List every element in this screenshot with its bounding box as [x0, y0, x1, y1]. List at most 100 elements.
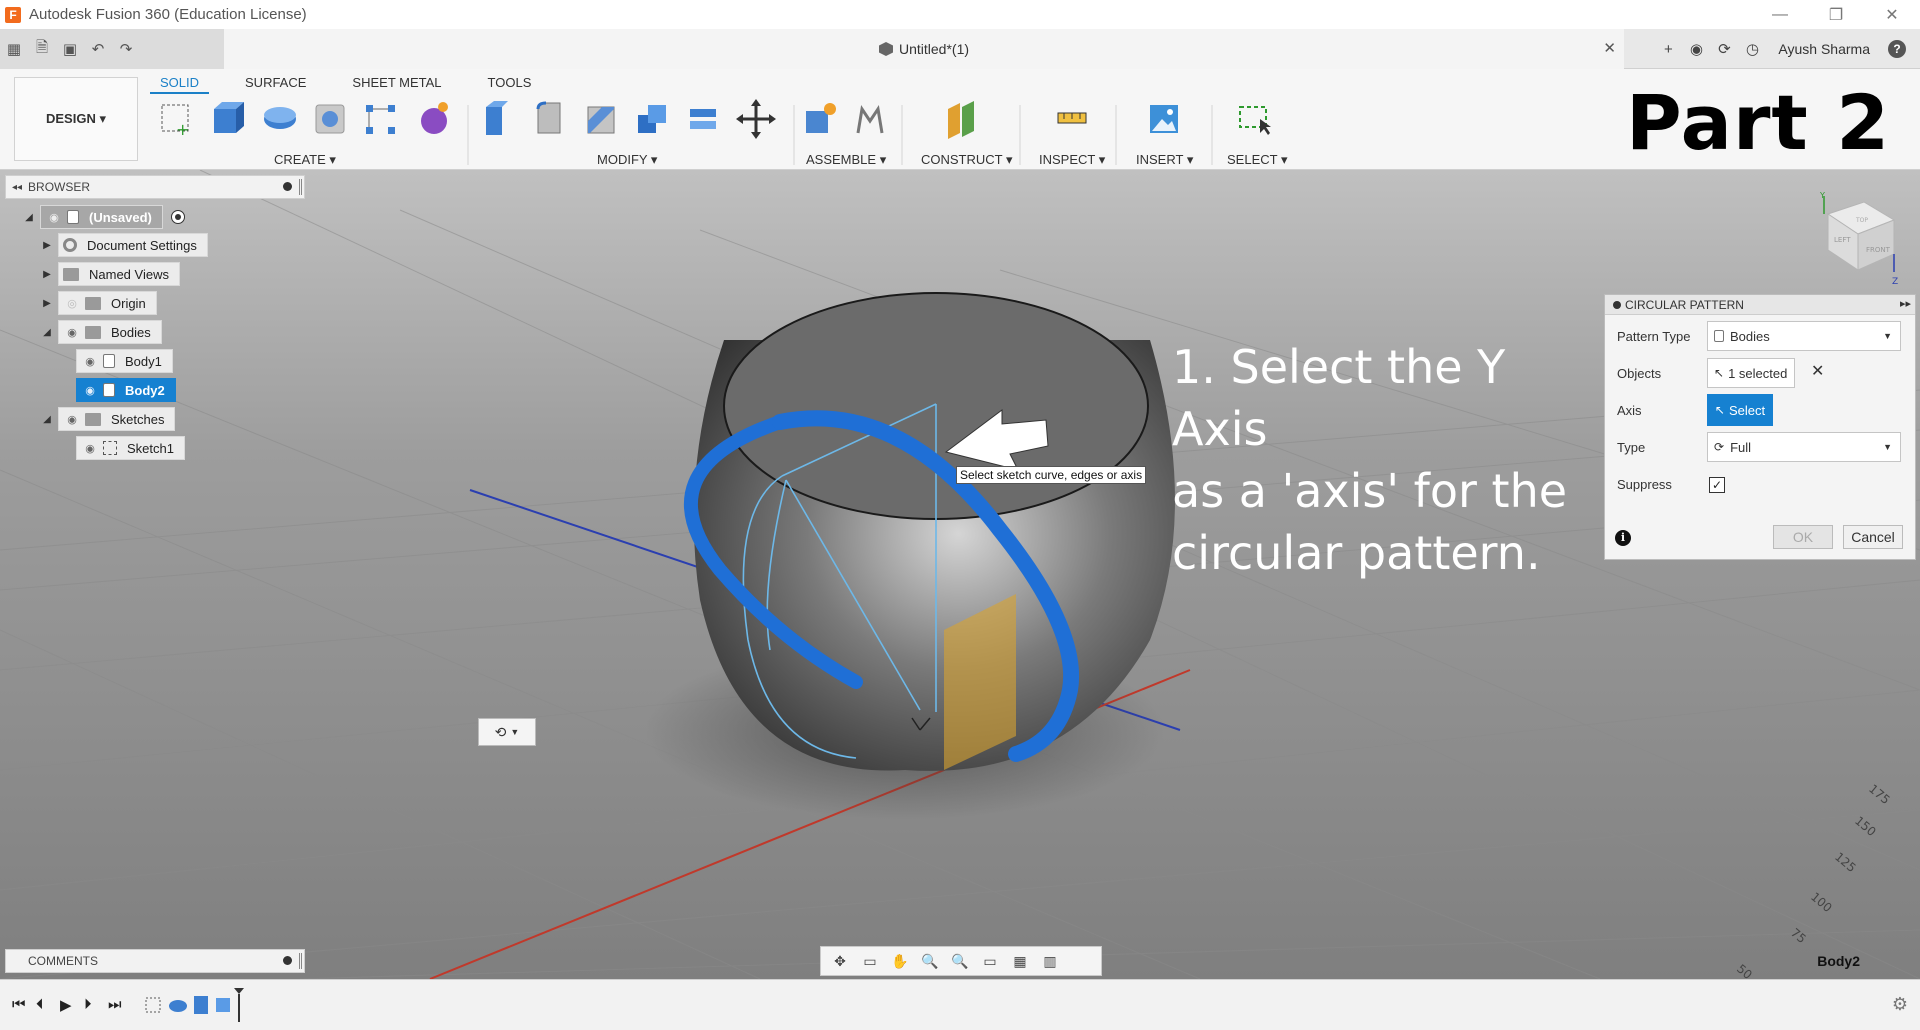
suppress-checkbox[interactable]: ✓ — [1709, 477, 1725, 493]
tree-root-row[interactable]: ◢ ◉ (Unsaved) — [22, 205, 185, 229]
insert-canvas-icon[interactable] — [1150, 105, 1178, 133]
sketch1-box[interactable]: ◉ Sketch1 — [76, 436, 185, 460]
user-account-name[interactable]: Ayush Sharma — [1778, 41, 1870, 57]
resize-grip-icon[interactable] — [299, 953, 302, 969]
hidden-eye-icon[interactable]: ◎ — [63, 297, 81, 310]
body2-box[interactable]: ◉ Body2 — [76, 378, 176, 402]
measure-icon[interactable] — [1057, 112, 1087, 124]
notifications-clock-icon[interactable]: ◷ — [1738, 35, 1766, 63]
pattern-type-select[interactable]: Bodies ▼ — [1707, 321, 1901, 351]
fit-icon[interactable]: 🔍 — [949, 951, 971, 971]
tree-root-item[interactable]: ◉ (Unsaved) — [40, 205, 163, 229]
axis-select-button[interactable]: ↖ Select — [1707, 394, 1773, 426]
collapse-arrow-icon[interactable]: ◢ — [40, 327, 54, 338]
objects-selection[interactable]: ↖ 1 selected — [1707, 358, 1795, 388]
sketches-box[interactable]: ◉ Sketches — [58, 407, 176, 431]
data-panel-grid-icon[interactable]: ▦ — [0, 35, 28, 63]
visibility-eye-icon[interactable]: ◉ — [63, 413, 81, 426]
last-step-icon[interactable]: ⏭ — [108, 996, 122, 1013]
tree-item-bodies[interactable]: ◢ ◉ Bodies — [40, 320, 162, 344]
tree-item-body2[interactable]: ◉ Body2 — [76, 378, 176, 402]
pan-hand-icon[interactable]: ✋ — [889, 951, 911, 971]
look-at-icon[interactable]: ▭ — [859, 951, 881, 971]
combine-icon[interactable] — [638, 105, 666, 133]
view-cube[interactable]: LEFT FRONT TOP Y Z — [1810, 192, 1900, 288]
ok-button[interactable]: OK — [1773, 525, 1833, 549]
3d-viewport[interactable]: 175 150 125 100 75 50 LEFT FRONT TOP Y Z — [0, 170, 1920, 979]
help-icon[interactable]: ? — [1888, 40, 1906, 58]
named-views-box[interactable]: Named Views — [58, 262, 180, 286]
create-form-icon[interactable] — [421, 102, 448, 134]
pattern-icon[interactable] — [366, 105, 395, 134]
body1-box[interactable]: ◉ Body1 — [76, 349, 173, 373]
minimize-button[interactable]: — — [1752, 0, 1808, 29]
timeline-settings-icon[interactable]: ⚙ — [1892, 994, 1908, 1015]
revolve-icon[interactable] — [264, 107, 296, 129]
expand-arrow-icon[interactable]: ▶ — [40, 240, 54, 251]
visibility-eye-icon[interactable]: ◉ — [81, 442, 99, 455]
pan-orbit-icon[interactable]: ✥ — [829, 951, 851, 971]
move-copy-icon[interactable] — [736, 99, 776, 139]
pin-icon[interactable] — [283, 182, 292, 191]
tree-item-document-settings[interactable]: ▶ Document Settings — [40, 233, 208, 257]
offset-face-icon[interactable] — [690, 109, 716, 129]
select-menu[interactable]: SELECT ▾ — [1227, 152, 1287, 168]
visibility-eye-icon[interactable]: ◉ — [45, 211, 63, 224]
modify-menu[interactable]: MODIFY ▾ — [597, 152, 657, 168]
expand-arrow-icon[interactable]: ▶ — [40, 269, 54, 280]
new-tab-plus-icon[interactable]: + — [1654, 35, 1682, 63]
viewports-icon[interactable]: ▥ — [1039, 951, 1061, 971]
job-status-icon[interactable]: ⟳ — [1710, 35, 1738, 63]
resize-grip-icon[interactable] — [299, 179, 302, 195]
construct-menu[interactable]: CONSTRUCT ▾ — [921, 152, 1013, 168]
hole-icon[interactable] — [315, 104, 345, 134]
timeline-sketch-icon[interactable] — [145, 997, 161, 1013]
clear-selection-icon[interactable]: ✕ — [1811, 361, 1824, 381]
undo-icon[interactable]: ↶ — [84, 35, 112, 63]
display-settings-icon[interactable]: ▭ — [979, 951, 1001, 971]
offset-plane-icon[interactable] — [948, 101, 974, 139]
visibility-eye-icon[interactable]: ◉ — [81, 355, 99, 368]
close-document-icon[interactable]: ✕ — [1603, 39, 1616, 57]
collapse-browser-icon[interactable]: ◂◂ — [12, 182, 22, 193]
zoom-icon[interactable]: 🔍 — [919, 951, 941, 971]
previous-step-icon[interactable]: ⏴ — [36, 996, 44, 1013]
grid-settings-icon[interactable]: ▦ — [1009, 951, 1031, 971]
collapse-arrow-icon[interactable]: ◢ — [22, 212, 36, 223]
bodies-box[interactable]: ◉ Bodies — [58, 320, 162, 344]
inspect-menu[interactable]: INSPECT ▾ — [1039, 152, 1105, 168]
cancel-button[interactable]: Cancel — [1843, 525, 1903, 549]
redo-icon[interactable]: ↷ — [112, 35, 140, 63]
window-select-icon[interactable] — [1239, 106, 1271, 135]
close-window-button[interactable]: ✕ — [1864, 0, 1920, 29]
assemble-menu[interactable]: ASSEMBLE ▾ — [806, 152, 886, 168]
file-menu-icon[interactable]: 🗎 — [28, 35, 56, 63]
tree-item-sketch1[interactable]: ◉ Sketch1 — [76, 436, 185, 460]
activate-radio-icon[interactable] — [170, 210, 185, 224]
tree-item-named-views[interactable]: ▶ Named Views — [40, 262, 180, 286]
origin-box[interactable]: ◎ Origin — [58, 291, 157, 315]
tree-item-body1[interactable]: ◉ Body1 — [76, 349, 173, 373]
chamfer-icon[interactable] — [587, 106, 615, 134]
create-menu[interactable]: CREATE ▾ — [274, 152, 336, 168]
tree-item-origin[interactable]: ▶ ◎ Origin — [40, 291, 157, 315]
press-pull-icon[interactable] — [486, 101, 508, 135]
document-tab[interactable]: Untitled*(1) ✕ — [224, 29, 1624, 69]
joint-icon[interactable] — [856, 105, 884, 134]
type-select[interactable]: ⟳ Full ▼ — [1707, 432, 1901, 462]
collapse-arrow-icon[interactable]: ◢ — [40, 414, 54, 425]
save-icon[interactable]: ▣ — [56, 35, 84, 63]
create-sketch-icon[interactable]: + — [161, 104, 189, 139]
new-component-icon[interactable] — [806, 103, 836, 133]
insert-menu[interactable]: INSERT ▾ — [1136, 152, 1193, 168]
visibility-eye-icon[interactable]: ◉ — [81, 384, 99, 397]
timeline-pattern-icon[interactable] — [216, 998, 230, 1012]
extrude-icon[interactable] — [214, 102, 244, 133]
play-icon[interactable]: ▶ — [60, 996, 72, 1014]
timeline-marker-icon[interactable] — [234, 988, 244, 994]
fillet-icon[interactable] — [536, 101, 561, 134]
extensions-icon[interactable]: ◉ — [1682, 35, 1710, 63]
orbit-mode-dropdown[interactable]: ⟲ ▼ — [478, 718, 536, 746]
visibility-eye-icon[interactable]: ◉ — [63, 326, 81, 339]
restore-button[interactable]: ❐ — [1808, 0, 1864, 29]
